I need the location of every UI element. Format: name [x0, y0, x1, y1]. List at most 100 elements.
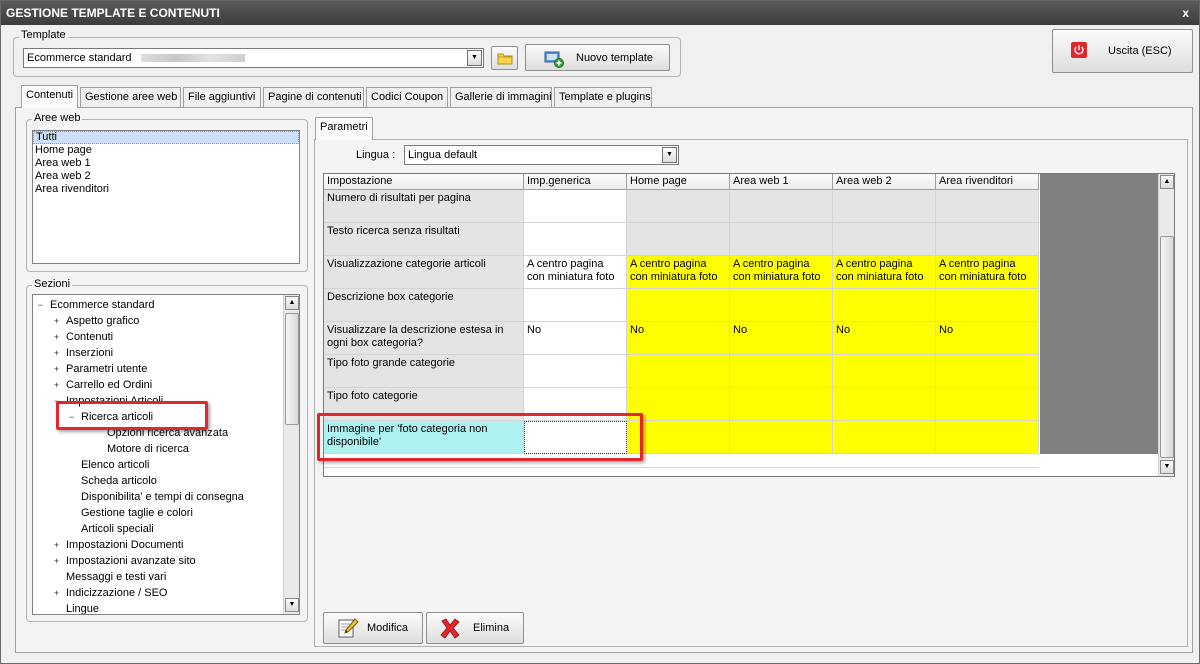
tree-node[interactable]: + Parametri utente	[52, 361, 147, 377]
tab-gallerie-di-immagini[interactable]: Gallerie di immagini	[450, 87, 552, 107]
table-row[interactable]: Tipo foto grande categorie	[324, 355, 1039, 388]
scroll-down-icon[interactable]: ▼	[1160, 460, 1174, 474]
table-row[interactable]: Testo ricerca senza risultati	[324, 223, 1039, 256]
tree-node[interactable]: Scheda articolo	[67, 473, 157, 489]
area-value-cell[interactable]	[833, 190, 936, 223]
tab-file-aggiuntivi[interactable]: File aggiuntivi	[183, 87, 261, 107]
area-value-cell[interactable]: A centro pagina con miniatura foto	[730, 256, 833, 289]
expand-icon[interactable]: +	[52, 349, 61, 358]
generic-value-cell[interactable]: A centro pagina con miniatura foto	[524, 256, 627, 289]
collapse-icon[interactable]: −	[36, 301, 45, 310]
area-value-cell[interactable]: No	[730, 322, 833, 355]
tree-node[interactable]: Motore di ricerca	[93, 441, 189, 457]
exit-button[interactable]: Uscita (ESC)	[1052, 29, 1193, 73]
list-item[interactable]: Tutti	[33, 131, 299, 144]
area-value-cell[interactable]	[936, 289, 1039, 322]
lingua-select[interactable]: Lingua default ▼	[404, 145, 679, 165]
area-value-cell[interactable]	[833, 388, 936, 421]
generic-value-cell[interactable]	[524, 355, 627, 388]
tree-node[interactable]: Disponibilita' e tempi di consegna	[67, 489, 244, 505]
expand-icon[interactable]: +	[52, 333, 61, 342]
list-item[interactable]: Area web 2	[33, 170, 299, 183]
expand-icon[interactable]: +	[52, 317, 61, 326]
column-header[interactable]: Impostazione	[324, 174, 524, 190]
area-value-cell[interactable]	[730, 289, 833, 322]
area-value-cell[interactable]	[936, 190, 1039, 223]
column-header[interactable]: Area web 2	[833, 174, 936, 190]
area-value-cell[interactable]	[627, 355, 730, 388]
expand-icon[interactable]: +	[52, 557, 61, 566]
scroll-up-icon[interactable]: ▲	[1160, 175, 1174, 189]
tab-contenuti[interactable]: Contenuti	[21, 85, 78, 108]
scroll-thumb[interactable]	[1160, 236, 1174, 458]
tab-parametri[interactable]: Parametri	[315, 117, 373, 140]
column-header[interactable]: Imp.generica	[524, 174, 627, 190]
modifica-button[interactable]: Modifica	[323, 612, 423, 644]
aree-web-list[interactable]: Tutti Home page Area web 1 Area web 2 Area r…	[32, 130, 300, 264]
grid-scrollbar[interactable]: ▲ ▼	[1158, 174, 1174, 476]
area-value-cell[interactable]: A centro pagina con miniatura foto	[936, 256, 1039, 289]
scroll-thumb[interactable]	[285, 313, 299, 425]
setting-name-cell[interactable]: Visualizzare la descrizione estesa in og…	[324, 322, 524, 355]
column-header[interactable]: Area web 1	[730, 174, 833, 190]
tree-node[interactable]: + Impostazioni Documenti	[52, 537, 184, 553]
area-value-cell[interactable]	[936, 388, 1039, 421]
table-row[interactable]: Visualizzare la descrizione estesa in og…	[324, 322, 1039, 355]
sezioni-tree[interactable]: ▲ ▼ − Ecommerce standard + Aspetto grafico +…	[32, 294, 300, 615]
area-value-cell[interactable]	[730, 355, 833, 388]
chevron-down-icon[interactable]: ▼	[662, 147, 677, 163]
tab-template-e-plugins[interactable]: Template e plugins	[554, 87, 652, 107]
tree-node[interactable]: − Ecommerce standard	[36, 297, 155, 313]
open-folder-button[interactable]	[491, 46, 518, 70]
area-value-cell[interactable]	[627, 289, 730, 322]
area-value-cell[interactable]	[730, 190, 833, 223]
setting-name-cell[interactable]: Numero di risultati per pagina	[324, 190, 524, 223]
close-button[interactable]: x	[1182, 1, 1189, 25]
setting-name-cell[interactable]: Descrizione box categorie	[324, 289, 524, 322]
area-value-cell[interactable]	[730, 421, 833, 454]
area-value-cell[interactable]: A centro pagina con miniatura foto	[627, 256, 730, 289]
tree-node[interactable]: Messaggi e testi vari	[52, 569, 166, 585]
area-value-cell[interactable]	[936, 421, 1039, 454]
table-row[interactable]: Descrizione box categorie	[324, 289, 1039, 322]
table-row[interactable]: Visualizzazione categorie articoli A cent…	[324, 256, 1039, 289]
tree-node[interactable]: + Inserzioni	[52, 345, 113, 361]
tab-pagine-di-contenuti[interactable]: Pagine di contenuti	[263, 87, 364, 107]
generic-value-cell[interactable]	[524, 190, 627, 223]
area-value-cell[interactable]	[833, 223, 936, 256]
area-value-cell[interactable]: No	[936, 322, 1039, 355]
table-row[interactable]: Numero di risultati per pagina	[324, 190, 1039, 223]
new-template-button[interactable]: Nuovo template	[525, 44, 670, 71]
elimina-button[interactable]: Elimina	[426, 612, 524, 644]
setting-name-cell[interactable]: Tipo foto grande categorie	[324, 355, 524, 388]
template-select[interactable]: Ecommerce standard ▼	[23, 48, 484, 68]
setting-name-cell[interactable]: Visualizzazione categorie articoli	[324, 256, 524, 289]
column-header[interactable]: Area rivenditori	[936, 174, 1039, 190]
area-value-cell[interactable]	[730, 388, 833, 421]
tree-node[interactable]: Gestione taglie e colori	[67, 505, 193, 521]
area-value-cell[interactable]: A centro pagina con miniatura foto	[833, 256, 936, 289]
tree-node[interactable]: + Indicizzazione / SEO	[52, 585, 168, 601]
tree-node[interactable]: + Contenuti	[52, 329, 113, 345]
area-value-cell[interactable]	[730, 223, 833, 256]
scroll-down-icon[interactable]: ▼	[285, 598, 299, 612]
expand-icon[interactable]: +	[52, 381, 61, 390]
area-value-cell[interactable]	[936, 355, 1039, 388]
area-value-cell[interactable]	[627, 223, 730, 256]
area-value-cell[interactable]: No	[627, 322, 730, 355]
expand-icon[interactable]: +	[52, 365, 61, 374]
area-value-cell[interactable]	[833, 289, 936, 322]
tree-scrollbar[interactable]: ▲ ▼	[283, 295, 299, 614]
tree-node[interactable]: + Carrello ed Ordini	[52, 377, 152, 393]
scroll-up-icon[interactable]: ▲	[285, 296, 299, 310]
tab-gestione-aree-web[interactable]: Gestione aree web	[80, 87, 181, 107]
tree-node[interactable]: Lingue	[52, 601, 99, 614]
list-item[interactable]: Home page	[33, 144, 299, 157]
area-value-cell[interactable]	[936, 223, 1039, 256]
area-value-cell[interactable]	[833, 355, 936, 388]
column-header[interactable]: Home page	[627, 174, 730, 190]
tree-node[interactable]: + Aspetto grafico	[52, 313, 140, 329]
area-value-cell[interactable]: No	[833, 322, 936, 355]
generic-value-cell[interactable]	[524, 223, 627, 256]
generic-value-cell[interactable]	[524, 289, 627, 322]
